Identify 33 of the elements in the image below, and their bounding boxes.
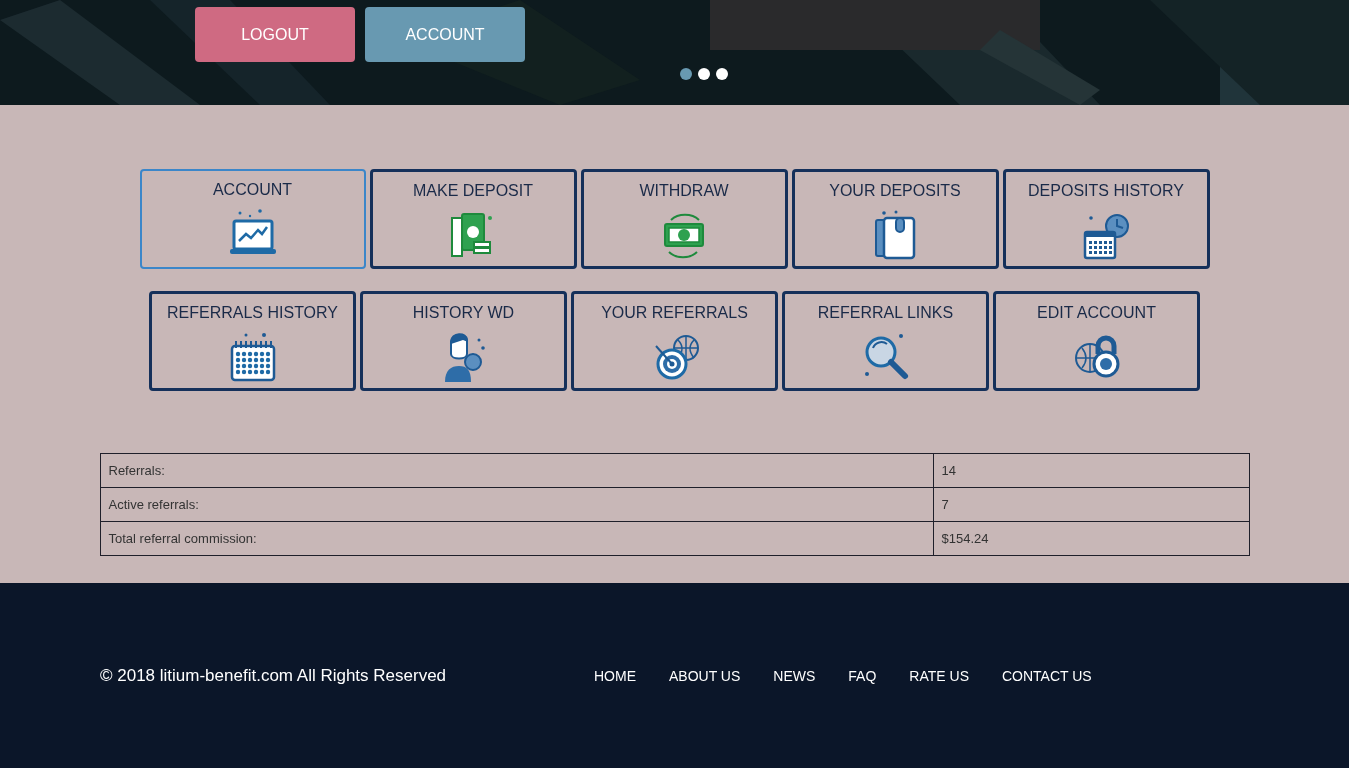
menu-tile[interactable]: REFERRAL LINKS	[782, 291, 989, 391]
menu-tile[interactable]: HISTORY WD	[360, 291, 567, 391]
menu-tile[interactable]: MAKE DEPOSIT	[369, 169, 577, 269]
menu-tile[interactable]: ACCOUNT	[139, 169, 366, 269]
tile-label: REFERRALS HISTORY	[167, 304, 338, 322]
menu-tile[interactable]: DEPOSITS HISTORY	[1002, 169, 1210, 269]
menu-tile[interactable]: EDIT ACCOUNT	[993, 291, 1200, 391]
menu-tile[interactable]: WITHDRAW	[580, 169, 788, 269]
footer-link[interactable]: ABOUT US	[669, 667, 741, 684]
copyright-text: © 2018 litium-benefit.com All Rights Reserved	[100, 665, 448, 686]
menu-tile[interactable]: YOUR REFERRALS	[571, 291, 778, 391]
tile-label: WITHDRAW	[639, 182, 729, 200]
table-cell: Referrals:	[100, 453, 933, 488]
table-cell: Active referrals:	[100, 487, 933, 522]
tile-label: REFERRAL LINKS	[817, 304, 954, 322]
tile-label: ACCOUNT	[212, 181, 293, 199]
tile-label: YOUR DEPOSITS	[829, 182, 961, 200]
menu-tile[interactable]: YOUR DEPOSITS	[791, 169, 999, 269]
table-cell: 7	[933, 487, 1249, 522]
tile-label: DEPOSITS HISTORY	[1028, 182, 1184, 200]
footer-link[interactable]: HOME	[594, 667, 636, 684]
table-cell: Total referral commission:	[100, 521, 933, 556]
footer-link[interactable]: FAQ	[848, 667, 877, 684]
tile-label: YOUR REFERRALS	[601, 304, 748, 322]
tile-label: EDIT ACCOUNT	[1037, 304, 1156, 322]
table-cell: 14	[933, 453, 1249, 488]
tile-label: MAKE DEPOSIT	[413, 182, 533, 200]
footer-link[interactable]: NEWS	[773, 667, 816, 684]
table-cell: $154.24	[933, 521, 1249, 556]
footer-link[interactable]: CONTACT US	[1001, 667, 1092, 684]
menu-tile[interactable]: REFERRALS HISTORY	[149, 291, 356, 391]
tile-label: HISTORY WD	[412, 304, 515, 322]
footer-link[interactable]: RATE US	[909, 667, 969, 684]
